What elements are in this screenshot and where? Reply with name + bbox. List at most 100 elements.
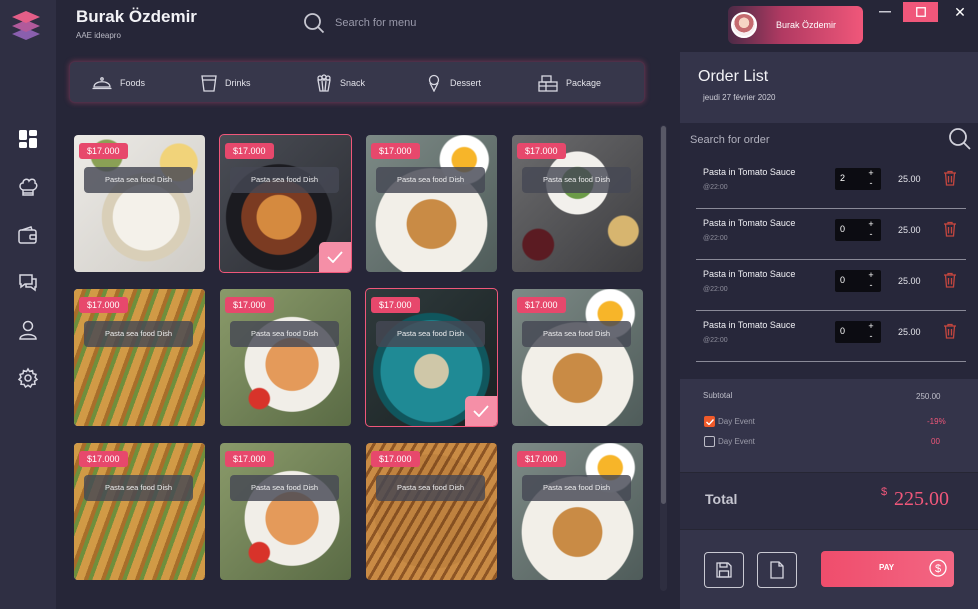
menu-item-card[interactable]: $17.000 Pasta sea food Dish xyxy=(366,443,497,580)
menu-item-card[interactable]: $17.000 Pasta sea food Dish xyxy=(74,135,205,272)
price-tag: $17.000 xyxy=(517,451,566,467)
menu-item-card[interactable]: $17.000 Pasta sea food Dish xyxy=(220,289,351,426)
dish-name: Pasta sea food Dish xyxy=(84,321,193,347)
order-item-name: Pasta in Tomato Sauce xyxy=(703,269,796,279)
trash-icon[interactable] xyxy=(943,272,957,288)
save-button[interactable] xyxy=(704,552,744,588)
dollar-coin-icon: $ xyxy=(929,559,947,577)
sidebar-item-messages[interactable] xyxy=(14,268,42,296)
quantity-stepper[interactable]: 2 + - xyxy=(835,168,881,190)
menu-scrollbar-thumb[interactable] xyxy=(661,126,666,504)
checkmark-icon xyxy=(473,405,489,417)
price-tag: $17.000 xyxy=(517,143,566,159)
discount-label: Day Event xyxy=(718,417,755,426)
trash-icon[interactable] xyxy=(943,323,957,339)
menu-item-card[interactable]: $17.000 Pasta sea food Dish xyxy=(512,289,643,426)
order-item-name: Pasta in Tomato Sauce xyxy=(703,218,796,228)
discount-value: 00 xyxy=(931,437,940,446)
order-item-price: 25.00 xyxy=(898,225,921,235)
decrement-button[interactable]: - xyxy=(865,280,877,291)
decrement-button[interactable]: - xyxy=(865,178,877,189)
dish-name: Pasta sea food Dish xyxy=(84,167,193,193)
quantity-stepper[interactable]: 0 + - xyxy=(835,270,881,292)
maximize-icon xyxy=(915,7,926,17)
category-snack[interactable]: Snack xyxy=(316,72,365,94)
document-button[interactable] xyxy=(757,552,797,588)
menu-item-card[interactable]: $17.000 Pasta sea food Dish xyxy=(220,443,351,580)
pay-button[interactable]: PAY $ xyxy=(821,551,954,587)
wallet-icon xyxy=(18,226,37,244)
menu-item-card[interactable]: $17.000 Pasta sea food Dish xyxy=(74,443,205,580)
avatar xyxy=(731,12,757,38)
layers-logo-icon[interactable] xyxy=(10,8,42,42)
dish-name: Pasta sea food Dish xyxy=(522,167,631,193)
order-item-name: Pasta in Tomato Sauce xyxy=(703,167,796,177)
decrement-button[interactable]: - xyxy=(865,331,877,342)
category-foods[interactable]: Foods xyxy=(92,72,145,94)
sidebar xyxy=(0,0,56,609)
quantity-value: 0 xyxy=(840,275,846,285)
price-tag: $17.000 xyxy=(79,143,128,159)
price-tag: $17.000 xyxy=(371,143,420,159)
maximize-button[interactable] xyxy=(903,2,938,22)
price-tag: $17.000 xyxy=(517,297,566,313)
ice-cream-icon xyxy=(428,74,440,92)
order-item-price: 25.00 xyxy=(898,174,921,184)
quantity-value: 2 xyxy=(840,173,846,183)
quantity-stepper[interactable]: 0 + - xyxy=(835,321,881,343)
sidebar-item-wallet[interactable] xyxy=(14,222,42,250)
order-item-time: @22:00 xyxy=(703,286,728,293)
svg-text:$: $ xyxy=(935,563,941,575)
order-item-price: 25.00 xyxy=(898,276,921,286)
organization-name: AAE ideapro xyxy=(76,31,121,40)
search-icon[interactable] xyxy=(303,12,325,34)
dashboard-icon xyxy=(19,130,37,148)
price-tag: $17.000 xyxy=(371,297,420,313)
chat-icon xyxy=(19,274,37,292)
close-button[interactable]: ✕ xyxy=(950,3,970,21)
menu-item-card[interactable]: $17.000 Pasta sea food Dish xyxy=(512,443,643,580)
order-item-time: @22:00 xyxy=(703,184,728,191)
profile-name: Burak Özdemir xyxy=(776,20,837,30)
menu-item-card[interactable]: $17.000 Pasta sea food Dish xyxy=(365,288,498,427)
chef-hat-icon xyxy=(19,178,38,196)
dish-name: Pasta sea food Dish xyxy=(522,321,631,347)
menu-item-card[interactable]: $17.000 Pasta sea food Dish xyxy=(512,135,643,272)
search-icon[interactable] xyxy=(948,127,972,151)
category-drinks[interactable]: Drinks xyxy=(201,72,251,94)
price-tag: $17.000 xyxy=(79,297,128,313)
subtotal-value: 250.00 xyxy=(916,392,941,401)
order-search-input[interactable] xyxy=(690,130,930,150)
trash-icon[interactable] xyxy=(943,221,957,237)
trash-icon[interactable] xyxy=(943,170,957,186)
menu-item-card[interactable]: $17.000 Pasta sea food Dish xyxy=(74,289,205,426)
order-item-price: 25.00 xyxy=(898,327,921,337)
category-label: Drinks xyxy=(225,78,251,88)
category-label: Package xyxy=(566,78,602,88)
discount-label: Day Event xyxy=(718,437,755,446)
sidebar-item-dashboard[interactable] xyxy=(14,125,42,153)
minimize-button[interactable] xyxy=(874,4,896,20)
profile-button[interactable]: Burak Özdemir xyxy=(728,6,863,44)
discount-checkbox[interactable] xyxy=(704,436,715,447)
discount-checkbox[interactable] xyxy=(704,416,715,427)
user-icon xyxy=(19,320,37,340)
menu-item-card[interactable]: $17.000 Pasta sea food Dish xyxy=(219,134,352,273)
menu-search-input[interactable] xyxy=(335,11,535,35)
price-tag: $17.000 xyxy=(79,451,128,467)
sidebar-item-profile[interactable] xyxy=(14,316,42,344)
quantity-stepper[interactable]: 0 + - xyxy=(835,219,881,241)
dish-name: Pasta sea food Dish xyxy=(230,167,339,193)
sidebar-item-settings[interactable] xyxy=(14,364,42,392)
category-package[interactable]: Package xyxy=(538,72,601,94)
menu-item-card[interactable]: $17.000 Pasta sea food Dish xyxy=(366,135,497,272)
selected-check xyxy=(319,242,351,272)
decrement-button[interactable]: - xyxy=(865,229,877,240)
order-item: Pasta in Tomato Sauce @22:00 0 + - 25.00 xyxy=(696,311,966,362)
category-label: Foods xyxy=(120,78,146,88)
cloche-icon xyxy=(92,77,112,90)
sidebar-item-menu[interactable] xyxy=(14,173,42,201)
pay-label: PAY xyxy=(879,563,895,572)
price-tag: $17.000 xyxy=(225,451,274,467)
category-dessert[interactable]: Dessert xyxy=(426,72,481,94)
